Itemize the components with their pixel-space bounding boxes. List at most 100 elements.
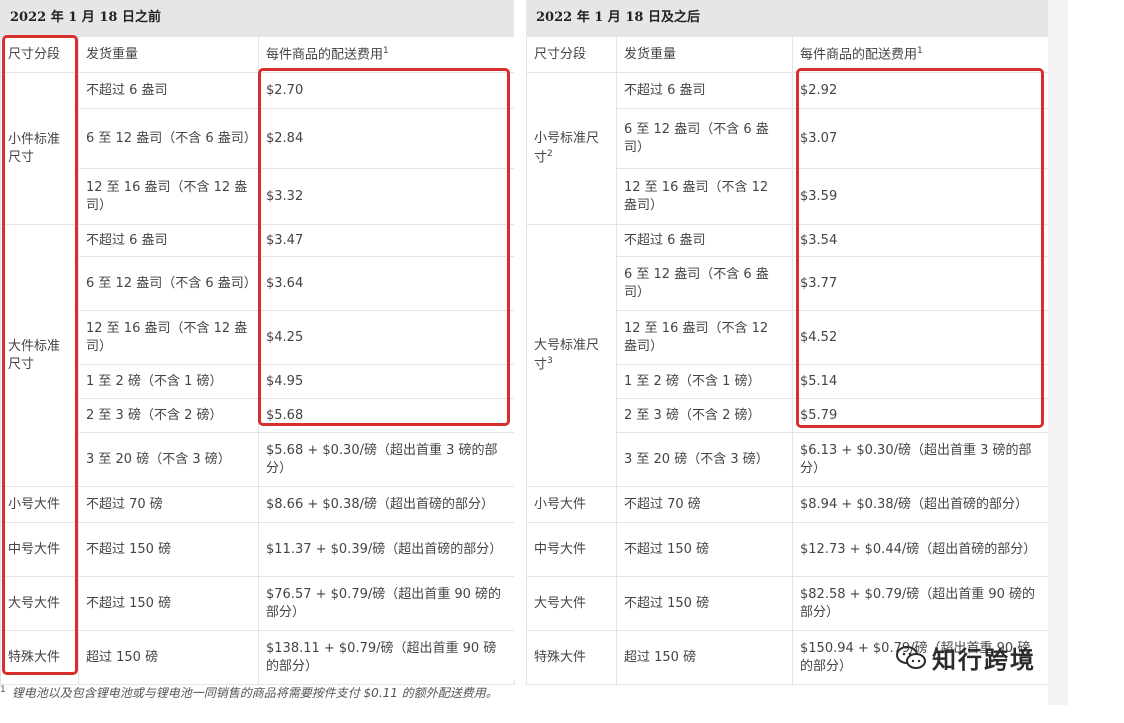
tier-medium-oversize: 中号大件	[526, 522, 617, 577]
panel-before-2022-01-18: 2022 年 1 月 18 日之前 尺寸分段 发货重量 每件商品的配送费用1 小…	[0, 0, 515, 685]
fee-cell: $3.59	[792, 168, 1049, 225]
table-row: 大号标准尺寸3 不超过 6 盎司 $3.54	[526, 224, 1049, 487]
table-row: 6 至 12 盎司（不含 6 盎司） $2.84	[1, 108, 515, 169]
fee-cell: $11.37 + $0.39/磅（超出首磅的部分）	[258, 522, 515, 577]
fee-cell: $3.32	[258, 168, 515, 225]
fee-cell: $4.95	[258, 364, 515, 399]
table-row: 大件标准尺寸 不超过 6 盎司 $3.47	[0, 224, 515, 487]
fee-cell: $3.77	[792, 256, 1049, 311]
fee-cell: $2.70	[258, 72, 515, 109]
col-header-fee: 每件商品的配送费用1	[792, 36, 1049, 73]
tier-label: 大号标准尺寸	[534, 338, 600, 373]
tier-small-standard: 小件标准尺寸	[0, 72, 79, 225]
table-row: 中号大件 不超过 150 磅 $11.37 + $0.39/磅（超出首磅的部分）	[0, 522, 515, 577]
tier-footnote-ref: 3	[547, 355, 553, 366]
scrollbar-track[interactable]	[1048, 0, 1068, 705]
col-header-fee: 每件商品的配送费用1	[258, 36, 515, 73]
weight-cell: 不超过 6 盎司	[78, 224, 259, 257]
tier-large-standard: 大件标准尺寸	[0, 224, 79, 487]
panel-divider	[514, 0, 526, 680]
fee-cell: $2.92	[792, 72, 1049, 109]
weight-cell: 12 至 16 盎司（不含 12 盎司）	[616, 310, 793, 365]
fee-cell: $5.79	[792, 398, 1049, 433]
weight-cell: 1 至 2 磅（不含 1 磅）	[616, 364, 793, 399]
fee-cell: $8.94 + $0.38/磅（超出首磅的部分）	[792, 486, 1049, 523]
table-header-row: 尺寸分段 发货重量 每件商品的配送费用1	[526, 36, 1049, 73]
weight-cell: 6 至 12 盎司（不含 6 盎司）	[616, 256, 793, 311]
tier-large-oversize: 大号大件	[0, 576, 79, 631]
fee-cell: $12.73 + $0.44/磅（超出首磅的部分）	[792, 522, 1049, 577]
tier-footnote-ref: 2	[547, 148, 553, 159]
weight-cell: 2 至 3 磅（不含 2 磅）	[78, 398, 259, 433]
fee-cell: $5.68 + $0.30/磅（超出首重 3 磅的部分）	[258, 432, 515, 487]
fee-cell: $4.52	[792, 310, 1049, 365]
fee-cell: $3.07	[792, 108, 1049, 169]
weight-cell: 不超过 150 磅	[616, 576, 793, 631]
footnote: 1 锂电池以及包含锂电池或与锂电池一同销售的商品将需要按件支付 $0.11 的额外…	[0, 684, 498, 701]
fee-cell: $76.57 + $0.79/磅（超出首重 90 磅的部分）	[258, 576, 515, 631]
fee-cell: $5.14	[792, 364, 1049, 399]
table-row: 特殊大件 超过 150 磅 $138.11 + $0.79/磅（超出首重 90 …	[0, 630, 515, 685]
fee-footnote-ref: 1	[383, 46, 389, 57]
weight-cell: 不超过 6 盎司	[616, 224, 793, 257]
fee-table-before: 尺寸分段 发货重量 每件商品的配送费用1 小件标准尺寸 不超过 6 盎司 $2.…	[0, 36, 515, 685]
weight-cell: 12 至 16 盎司（不含 12 盎司）	[616, 168, 793, 225]
fee-cell: $4.25	[258, 310, 515, 365]
weight-cell: 6 至 12 盎司（不含 6 盎司）	[78, 256, 259, 311]
watermark-text: 知行跨境	[932, 646, 1036, 674]
tier-special-oversize: 特殊大件	[526, 630, 617, 685]
weight-cell: 1 至 2 磅（不含 1 磅）	[78, 364, 259, 399]
table-row: 小号标准尺寸2 不超过 6 盎司 $2.92	[526, 72, 1049, 225]
panel-header: 2022 年 1 月 18 日之前	[0, 0, 514, 36]
col-header-weight: 发货重量	[78, 36, 259, 73]
weight-cell: 6 至 12 盎司（不含 6 盎司）	[616, 108, 793, 169]
weight-cell: 12 至 16 盎司（不含 12 盎司）	[78, 310, 259, 365]
fee-cell: $3.64	[258, 256, 515, 311]
col-header-weight: 发货重量	[616, 36, 793, 73]
wechat-icon	[896, 645, 926, 671]
fee-cell: $138.11 + $0.79/磅（超出首重 90 磅的部分）	[258, 630, 515, 685]
page: 2022 年 1 月 18 日之前 尺寸分段 发货重量 每件商品的配送费用1 小…	[0, 0, 1124, 723]
col-header-fee-label: 每件商品的配送费用	[266, 47, 384, 63]
tier-special-oversize: 特殊大件	[0, 630, 79, 685]
fee-table-after: 尺寸分段 发货重量 每件商品的配送费用1 小号标准尺寸2 不超过 6 盎司 $2…	[526, 36, 1049, 685]
fee-cell: $6.13 + $0.30/磅（超出首重 3 磅的部分）	[792, 432, 1049, 487]
weight-cell: 不超过 70 磅	[616, 486, 793, 523]
panel-from-2022-01-18: 2022 年 1 月 18 日及之后 尺寸分段 发货重量 每件商品的配送费用1 …	[526, 0, 1049, 685]
table-header-row: 尺寸分段 发货重量 每件商品的配送费用1	[0, 36, 515, 73]
weight-cell: 不超过 6 盎司	[616, 72, 793, 109]
weight-cell: 12 至 16 盎司（不含 12 盎司）	[78, 168, 259, 225]
table-row: 小号大件 不超过 70 磅 $8.66 + $0.38/磅（超出首磅的部分）	[0, 486, 515, 523]
fee-cell: $8.66 + $0.38/磅（超出首磅的部分）	[258, 486, 515, 523]
fee-cell: $3.54	[792, 224, 1049, 257]
weight-cell: 不超过 70 磅	[78, 486, 259, 523]
fee-footnote-ref: 1	[917, 46, 923, 57]
tier-large-standard: 大号标准尺寸3	[526, 224, 617, 487]
watermark: 知行跨境	[896, 640, 1036, 675]
weight-cell: 超过 150 磅	[78, 630, 259, 685]
fee-cell: $5.68	[258, 398, 515, 433]
weight-cell: 超过 150 磅	[616, 630, 793, 685]
weight-cell: 3 至 20 磅（不含 3 磅）	[78, 432, 259, 487]
tier-medium-oversize: 中号大件	[0, 522, 79, 577]
fee-cell: $3.47	[258, 224, 515, 257]
panel-header: 2022 年 1 月 18 日及之后	[526, 0, 1048, 36]
tier-small-oversize: 小号大件	[526, 486, 617, 523]
weight-cell: 6 至 12 盎司（不含 6 盎司）	[78, 108, 259, 169]
weight-cell: 3 至 20 磅（不含 3 磅）	[616, 432, 793, 487]
tier-small-oversize: 小号大件	[0, 486, 79, 523]
table-row: 大号大件 不超过 150 磅 $82.58 + $0.79/磅（超出首重 90 …	[526, 576, 1049, 631]
tier-large-oversize: 大号大件	[526, 576, 617, 631]
col-header-size-tier: 尺寸分段	[526, 36, 617, 73]
weight-cell: 不超过 150 磅	[616, 522, 793, 577]
footnote-text: 锂电池以及包含锂电池或与锂电池一同销售的商品将需要按件支付 $0.11 的额外配…	[11, 686, 498, 700]
tier-label: 小号标准尺寸	[534, 131, 600, 166]
col-header-size-tier: 尺寸分段	[0, 36, 79, 73]
fee-cell: $82.58 + $0.79/磅（超出首重 90 磅的部分）	[792, 576, 1049, 631]
table-row: 中号大件 不超过 150 磅 $12.73 + $0.44/磅（超出首磅的部分）	[526, 522, 1049, 577]
weight-cell: 不超过 150 磅	[78, 522, 259, 577]
table-row: 小件标准尺寸 不超过 6 盎司 $2.70	[0, 72, 515, 225]
table-row: 3 至 20 磅（不含 3 磅） $5.68 + $0.30/磅（超出首重 3 …	[1, 432, 515, 487]
tier-small-standard: 小号标准尺寸2	[526, 72, 617, 225]
footnote-number: 1	[0, 685, 6, 695]
